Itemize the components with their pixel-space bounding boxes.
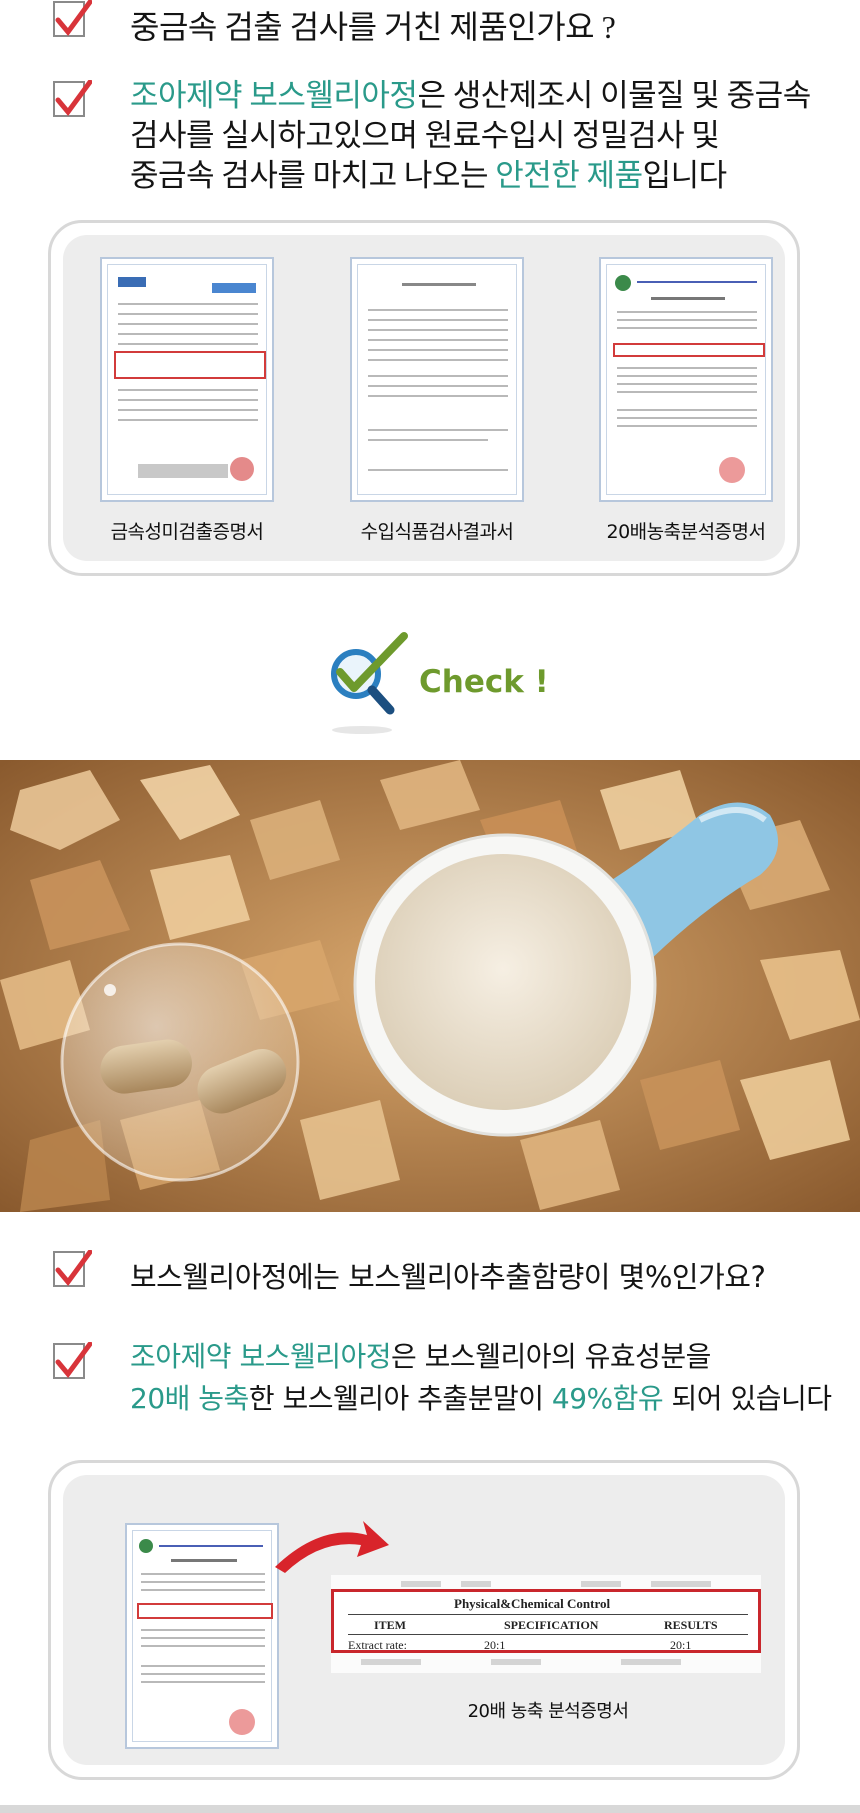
answer-line1: 은 보스웰리아의 유효성분을 (391, 1340, 711, 1373)
certificates-panel: 금속성미검출증명서 수입식품검사결과서 20배농축분석증명서 (48, 220, 800, 576)
answer-heavy-metal: 조아제약 보스웰리아정은 생산제조시 이물질 및 중금속 검사를 실시하고있으며… (130, 76, 811, 196)
brand-name: 조아제약 보스웰리아정 (130, 1340, 392, 1373)
checkbox-icon (52, 1250, 92, 1290)
bottom-divider (0, 1805, 860, 1813)
checkbox-icon (52, 0, 92, 40)
answer-extract-content: 조아제약 보스웰리아정은 보스웰리아의 유효성분을 20배 농축한 보스웰리아 … (130, 1336, 832, 1420)
answer-line2-post: 되어 있습니다 (663, 1382, 832, 1415)
answer-line1: 은 생산제조시 이물질 및 중금속 (417, 78, 811, 113)
brand-name: 조아제약 보스웰리아정 (130, 78, 418, 113)
analysis-caption: 20배 농축 분석증명서 (467, 1701, 629, 1722)
content-percent-highlight: 49%함유 (551, 1382, 664, 1415)
answer-line3-post: 입니다 (642, 158, 728, 193)
safe-product-highlight: 안전한 제품 (495, 158, 643, 193)
check-badge-text: Check ! (419, 664, 549, 700)
question-extract-content: 보스웰리아정에는 보스웰리아추출함량이 몇%인가요? (130, 1260, 766, 1294)
certificate-analysis (599, 257, 773, 502)
analysis-panel: Physical&Chemical Control ITEM SPECIFICA… (48, 1460, 800, 1780)
table-header-results: RESULTS (664, 1618, 718, 1632)
concentration-highlight: 20배 농축 (130, 1382, 249, 1415)
table-title: Physical&Chemical Control (454, 1596, 611, 1611)
table-row-spec: 20:1 (484, 1638, 506, 1652)
checkbox-icon (52, 1342, 92, 1382)
certificate-import-inspection (350, 257, 524, 502)
certificate-caption: 20배농축분석증명서 (606, 521, 766, 543)
question-heavy-metal: 중금속 검출 검사를 거친 제품인가요 ? (130, 9, 616, 45)
table-row-result: 20:1 (670, 1638, 692, 1652)
certificate-caption: 금속성미검출증명서 (110, 521, 264, 543)
physical-chemical-control-table: Physical&Chemical Control ITEM SPECIFICA… (331, 1589, 761, 1653)
checkbox-icon (52, 80, 92, 120)
certificate-analysis-small (125, 1523, 279, 1749)
curved-arrow-icon (271, 1517, 391, 1577)
table-header-item: ITEM (374, 1618, 407, 1632)
certificate-caption: 수입식품검사결과서 (360, 521, 514, 543)
answer-line2: 검사를 실시하고있으며 원료수입시 정밀검사 및 (130, 118, 720, 153)
table-header-specification: SPECIFICATION (504, 1618, 599, 1632)
table-row-label: Extract rate: (348, 1638, 407, 1652)
magnifier-check-icon (318, 630, 414, 736)
answer-line3-pre: 중금속 검사를 마치고 나오는 (130, 158, 496, 193)
answer-line2-mid: 한 보스웰리아 추출분말이 (248, 1382, 552, 1415)
product-photo (0, 760, 860, 1212)
certificate-metal-test (100, 257, 274, 502)
